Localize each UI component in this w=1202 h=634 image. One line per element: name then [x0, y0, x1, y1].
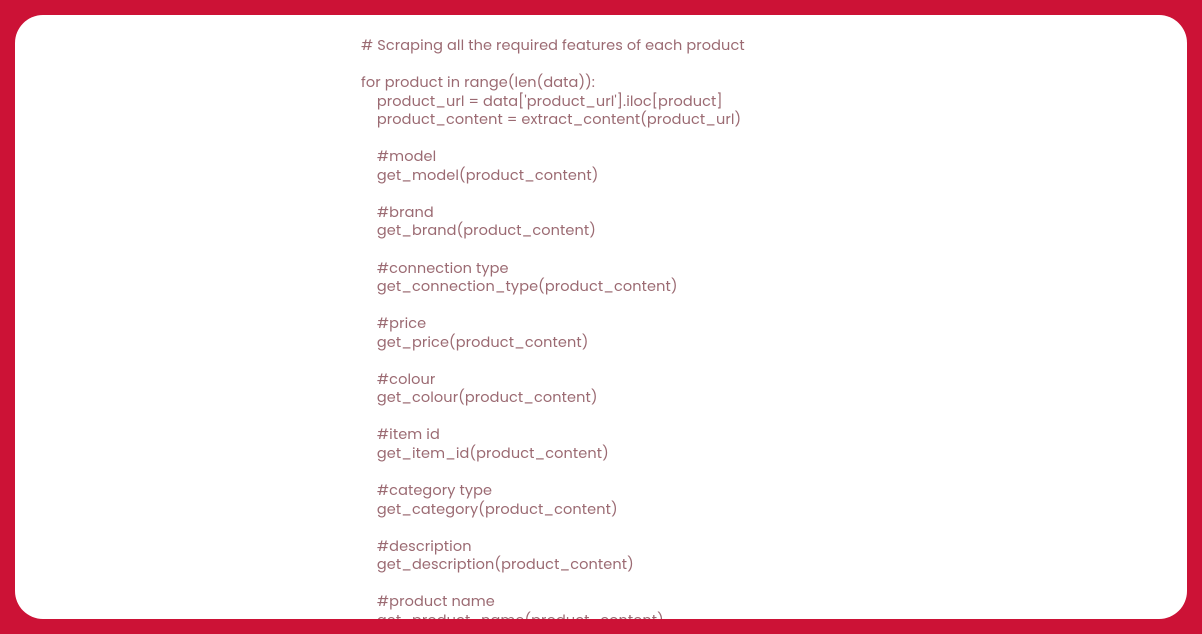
code-block: # Scraping all the required features of …: [361, 37, 1187, 619]
code-card: # Scraping all the required features of …: [15, 15, 1187, 619]
